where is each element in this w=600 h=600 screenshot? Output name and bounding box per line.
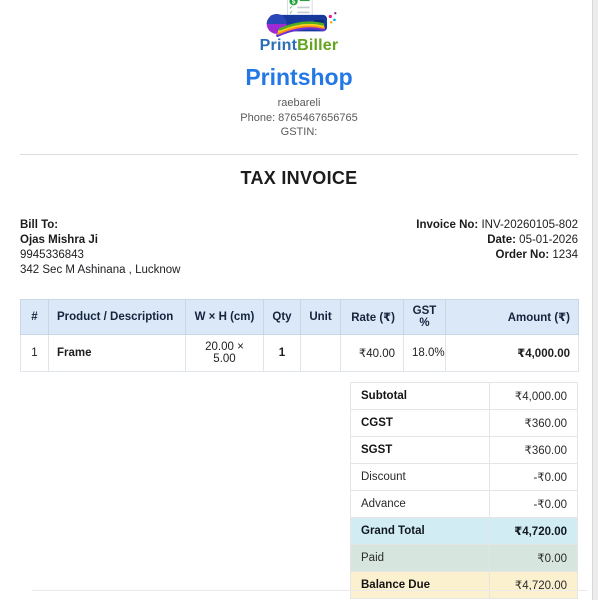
item-unit bbox=[300, 333, 341, 372]
discount-value: -₹0.00 bbox=[489, 462, 578, 491]
customer-phone: 9945336843 bbox=[20, 248, 84, 261]
invoice-number-row: Invoice No: INV-20260105-802 bbox=[416, 218, 578, 233]
printbiller-wordmark: PrintBiller bbox=[20, 38, 578, 54]
printbiller-logo-icon: $ ✓ ✓ ✓ bbox=[266, 0, 337, 37]
advance-value: -₹0.00 bbox=[489, 489, 578, 518]
totals-row-balance-due: Balance Due ₹4,720.00 bbox=[350, 570, 578, 599]
bill-to-section: Bill To: Ojas Mishra Ji 9945336843 342 S… bbox=[20, 218, 180, 278]
grand-total-value: ₹4,720.00 bbox=[489, 516, 578, 545]
cgst-value: ₹360.00 bbox=[489, 408, 578, 437]
grand-total-label: Grand Total bbox=[350, 516, 490, 545]
shop-header: $ ✓ ✓ ✓ PrintBiller Printshop raebareli bbox=[20, 0, 578, 140]
totals-row-paid: Paid ₹0.00 bbox=[350, 543, 578, 572]
paid-label: Paid bbox=[350, 543, 490, 572]
invoice-meta-section: Invoice No: INV-20260105-802 Date: 05-01… bbox=[416, 218, 578, 278]
shop-location: raebareli bbox=[277, 97, 321, 109]
item-qty: 1 bbox=[263, 333, 301, 372]
balance-due-value: ₹4,720.00 bbox=[489, 570, 578, 599]
totals-row-subtotal: Subtotal ₹4,000.00 bbox=[350, 381, 578, 410]
wordmark-print: Print bbox=[259, 37, 298, 54]
cgst-label: CGST bbox=[350, 408, 490, 437]
totals-row-cgst: CGST ₹360.00 bbox=[350, 408, 578, 437]
items-col-number: # bbox=[20, 298, 49, 335]
totals-row-sgst: SGST ₹360.00 bbox=[350, 435, 578, 464]
shop-details: raebareli Phone: 8765467656765 GSTIN: bbox=[20, 96, 578, 140]
totals-row-advance: Advance -₹0.00 bbox=[350, 489, 578, 518]
items-col-product: Product / Description bbox=[48, 298, 186, 335]
items-header-row: # Product / Description W × H (cm) Qty U… bbox=[20, 298, 579, 335]
advance-label: Advance bbox=[350, 489, 490, 518]
item-product: Frame bbox=[48, 333, 186, 372]
sgst-label: SGST bbox=[350, 435, 490, 464]
scrollbar-track[interactable] bbox=[592, 0, 598, 600]
subtotal-label: Subtotal bbox=[350, 381, 490, 410]
shop-name: Printshop bbox=[245, 64, 353, 90]
item-size: 20.00 × 5.00 bbox=[185, 333, 264, 372]
bottom-divider bbox=[32, 590, 588, 591]
bill-to-label: Bill To: bbox=[20, 218, 59, 231]
items-col-unit: Unit bbox=[300, 298, 341, 335]
items-col-rate: Rate (₹) bbox=[340, 298, 404, 335]
paid-value: ₹0.00 bbox=[489, 543, 578, 572]
customer-name: Ojas Mishra Ji bbox=[20, 233, 98, 246]
item-gst: 18.0% bbox=[403, 333, 446, 372]
invoice-number-label: Invoice No: bbox=[416, 218, 479, 231]
item-rate: ₹40.00 bbox=[340, 333, 404, 372]
invoice-date-label: Date: bbox=[487, 233, 516, 246]
items-table: # Product / Description W × H (cm) Qty U… bbox=[20, 298, 579, 372]
items-col-gst: GST % bbox=[403, 298, 446, 335]
order-number-value: 1234 bbox=[552, 248, 578, 261]
item-amount: ₹4,000.00 bbox=[445, 333, 579, 372]
items-col-amount: Amount (₹) bbox=[445, 298, 579, 335]
totals-row-discount: Discount -₹0.00 bbox=[350, 462, 578, 491]
wordmark-biller: Biller bbox=[297, 37, 339, 54]
item-number: 1 bbox=[20, 333, 49, 372]
header-divider bbox=[20, 153, 578, 155]
invoice-title: TAX INVOICE bbox=[240, 167, 358, 188]
sgst-value: ₹360.00 bbox=[489, 435, 578, 464]
items-col-qty: Qty bbox=[263, 298, 301, 335]
order-number-label: Order No: bbox=[495, 248, 550, 261]
parties-section: Bill To: Ojas Mishra Ji 9945336843 342 S… bbox=[20, 218, 578, 278]
item-row: 1 Frame 20.00 × 5.00 1 ₹40.00 18.0% ₹4,0… bbox=[20, 333, 579, 372]
invoice-date-row: Date: 05-01-2026 bbox=[416, 233, 578, 248]
invoice-date-value: 05-01-2026 bbox=[519, 233, 578, 246]
totals-table: Subtotal ₹4,000.00 CGST ₹360.00 SGST ₹36… bbox=[350, 381, 578, 599]
items-col-size: W × H (cm) bbox=[185, 298, 264, 335]
subtotal-value: ₹4,000.00 bbox=[489, 381, 578, 410]
discount-label: Discount bbox=[350, 462, 490, 491]
shop-gstin: GSTIN: bbox=[280, 126, 318, 138]
customer-address: 342 Sec M Ashinana , Lucknow bbox=[20, 263, 181, 276]
totals-row-grand-total: Grand Total ₹4,720.00 bbox=[350, 516, 578, 545]
shop-phone: Phone: 8765467656765 bbox=[240, 111, 358, 124]
invoice-page: $ ✓ ✓ ✓ PrintBiller Printshop raebareli bbox=[0, 0, 598, 599]
invoice-number-value: INV-20260105-802 bbox=[481, 218, 578, 231]
order-number-row: Order No: 1234 bbox=[416, 248, 578, 263]
balance-due-label: Balance Due bbox=[350, 570, 490, 599]
